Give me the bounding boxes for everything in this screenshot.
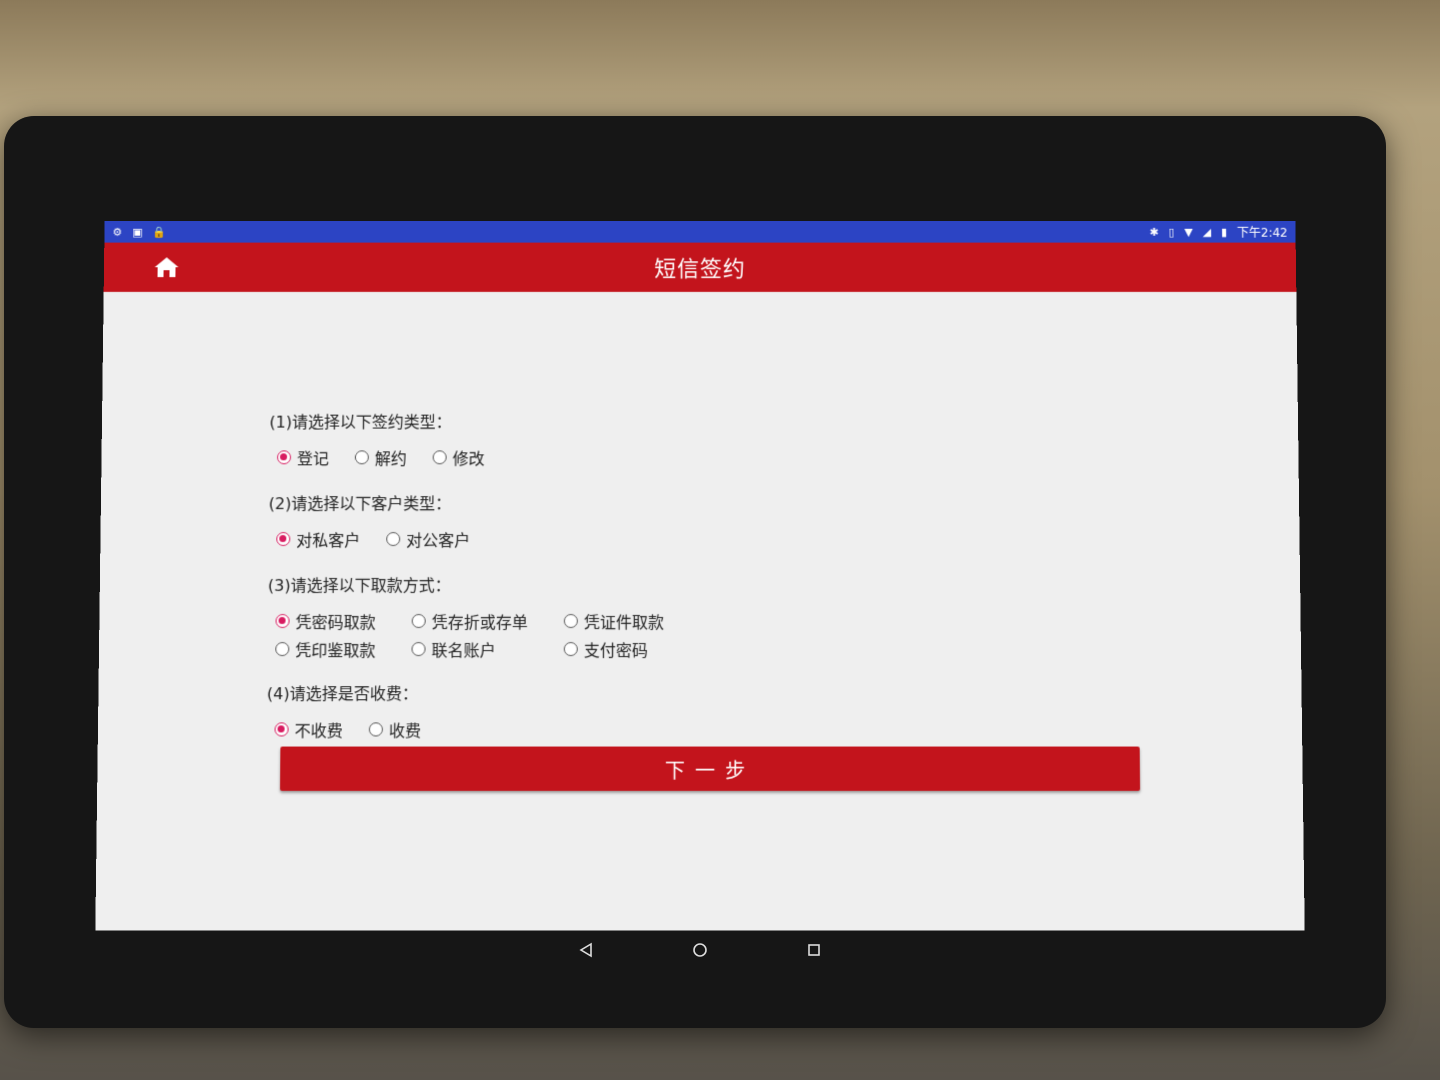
question-1-label: (1)请选择以下签约类型： [269, 412, 452, 432]
option-cancel[interactable]: 解约 [354, 444, 407, 470]
radio-icon[interactable] [432, 450, 447, 465]
radio-icon[interactable] [354, 450, 369, 465]
settings-icon: ⚙ [112, 225, 123, 239]
radio-icon[interactable] [368, 722, 383, 737]
question-4-options: 不收费 收费 [274, 716, 1149, 742]
question-2-label: (2)请选择以下客户类型： [268, 494, 452, 514]
back-icon [579, 942, 592, 958]
nav-home-button[interactable] [680, 935, 720, 965]
signing-form: (1)请选择以下签约类型： 登记 解约 修改 (2)请选择以下客户类型： 对私客… [266, 409, 1150, 763]
option-payment-password[interactable]: 支付密码 [563, 636, 714, 662]
radio-icon[interactable] [274, 722, 289, 737]
radio-icon[interactable] [276, 532, 291, 547]
option-private-customer[interactable]: 对私客户 [276, 526, 360, 552]
lock-icon: 🔒 [152, 225, 167, 239]
option-seal-withdrawal[interactable]: 凭印鉴取款 [275, 636, 411, 662]
radio-icon[interactable] [275, 614, 290, 629]
tablet-screen: ⚙ ▣ 🔒 ✱ ▯ ▼ ◢ ▮ 下午2:42 短信签约 (1)请选择以下签约类型… [95, 220, 1305, 931]
question-2-options: 对私客户 对公客户 [276, 526, 1148, 552]
page-title: 短信签约 [654, 257, 746, 283]
option-corporate-customer[interactable]: 对公客户 [386, 526, 470, 552]
home-circle-icon [693, 943, 707, 957]
option-fee[interactable]: 收费 [368, 716, 421, 742]
question-4-label: (4)请选择是否收费： [266, 684, 418, 704]
option-modify[interactable]: 修改 [432, 444, 485, 470]
radio-icon[interactable] [275, 642, 290, 657]
option-id-withdrawal[interactable]: 凭证件取款 [563, 608, 714, 634]
home-button[interactable] [152, 252, 182, 282]
radio-icon[interactable] [563, 614, 578, 629]
signal-icon: ◢ [1202, 225, 1212, 239]
status-bar: ⚙ ▣ 🔒 ✱ ▯ ▼ ◢ ▮ 下午2:42 [104, 220, 1296, 243]
option-password-withdrawal[interactable]: 凭密码取款 [275, 608, 411, 634]
radio-icon[interactable] [277, 450, 292, 465]
bluetooth-icon: ✱ [1149, 225, 1159, 239]
next-step-button[interactable]: 下一步 [280, 746, 1141, 791]
radio-icon[interactable] [411, 614, 426, 629]
question-3-label: (3)请选择以下取款方式： [267, 575, 451, 595]
nav-recents-button[interactable] [794, 935, 834, 965]
wifi-icon: ▼ [1184, 225, 1193, 239]
question-1-options: 登记 解约 修改 [277, 444, 1147, 470]
question-3-options: 凭密码取款 凭存折或存单 凭证件取款 凭印鉴取款 联名账户 支付密码 [275, 608, 1149, 662]
vibrate-icon: ▯ [1168, 225, 1175, 239]
android-nav-bar [100, 930, 1300, 970]
status-time: 下午2:42 [1236, 225, 1288, 240]
battery-icon: ▮ [1221, 225, 1228, 239]
gallery-icon: ▣ [132, 225, 143, 239]
option-passbook-withdrawal[interactable]: 凭存折或存单 [411, 608, 564, 634]
home-icon [154, 257, 179, 278]
radio-icon[interactable] [411, 642, 426, 657]
title-bar: 短信签约 [103, 242, 1297, 292]
radio-icon[interactable] [563, 642, 578, 657]
option-no-fee[interactable]: 不收费 [274, 716, 343, 742]
nav-back-button[interactable] [566, 935, 606, 965]
option-joint-account[interactable]: 联名账户 [411, 636, 563, 662]
option-register[interactable]: 登记 [277, 444, 329, 470]
recents-icon [808, 944, 820, 956]
radio-icon[interactable] [386, 532, 401, 547]
